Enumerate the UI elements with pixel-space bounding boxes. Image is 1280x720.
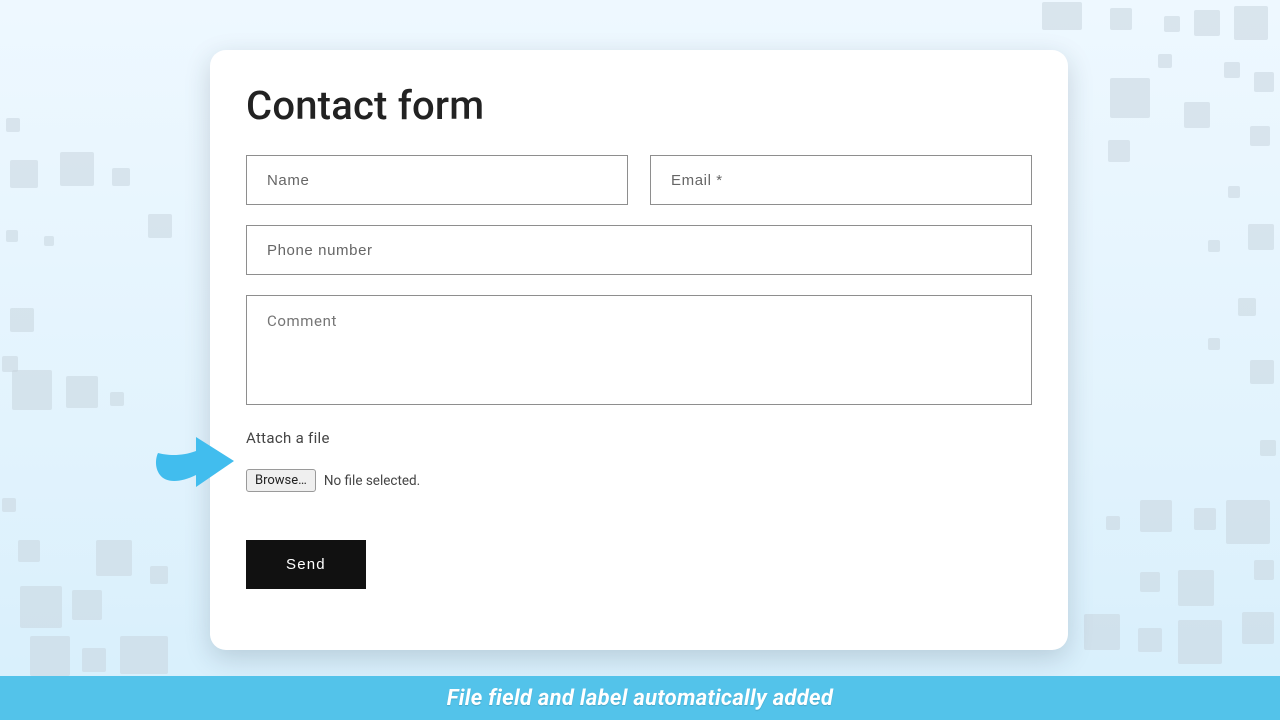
form-title: Contact form — [246, 82, 1032, 129]
comment-textarea[interactable] — [246, 295, 1032, 405]
file-status-text: No file selected. — [324, 473, 420, 489]
file-input-row: Browse… No file selected. — [246, 469, 1032, 492]
bottom-banner: File field and label automatically added — [0, 676, 1280, 720]
phone-row — [246, 225, 1032, 275]
send-button[interactable]: Send — [246, 540, 366, 589]
contact-form-card: Contact form Attach a file Browse… No fi… — [210, 50, 1068, 650]
attach-file-label: Attach a file — [246, 429, 1032, 447]
name-input[interactable] — [246, 155, 628, 205]
phone-input[interactable] — [246, 225, 1032, 275]
comment-row — [246, 295, 1032, 409]
attach-file-block: Attach a file Browse… No file selected. — [246, 429, 1032, 492]
email-input[interactable] — [650, 155, 1032, 205]
name-email-row — [246, 155, 1032, 205]
banner-text: File field and label automatically added — [447, 686, 833, 711]
browse-button[interactable]: Browse… — [246, 469, 316, 492]
